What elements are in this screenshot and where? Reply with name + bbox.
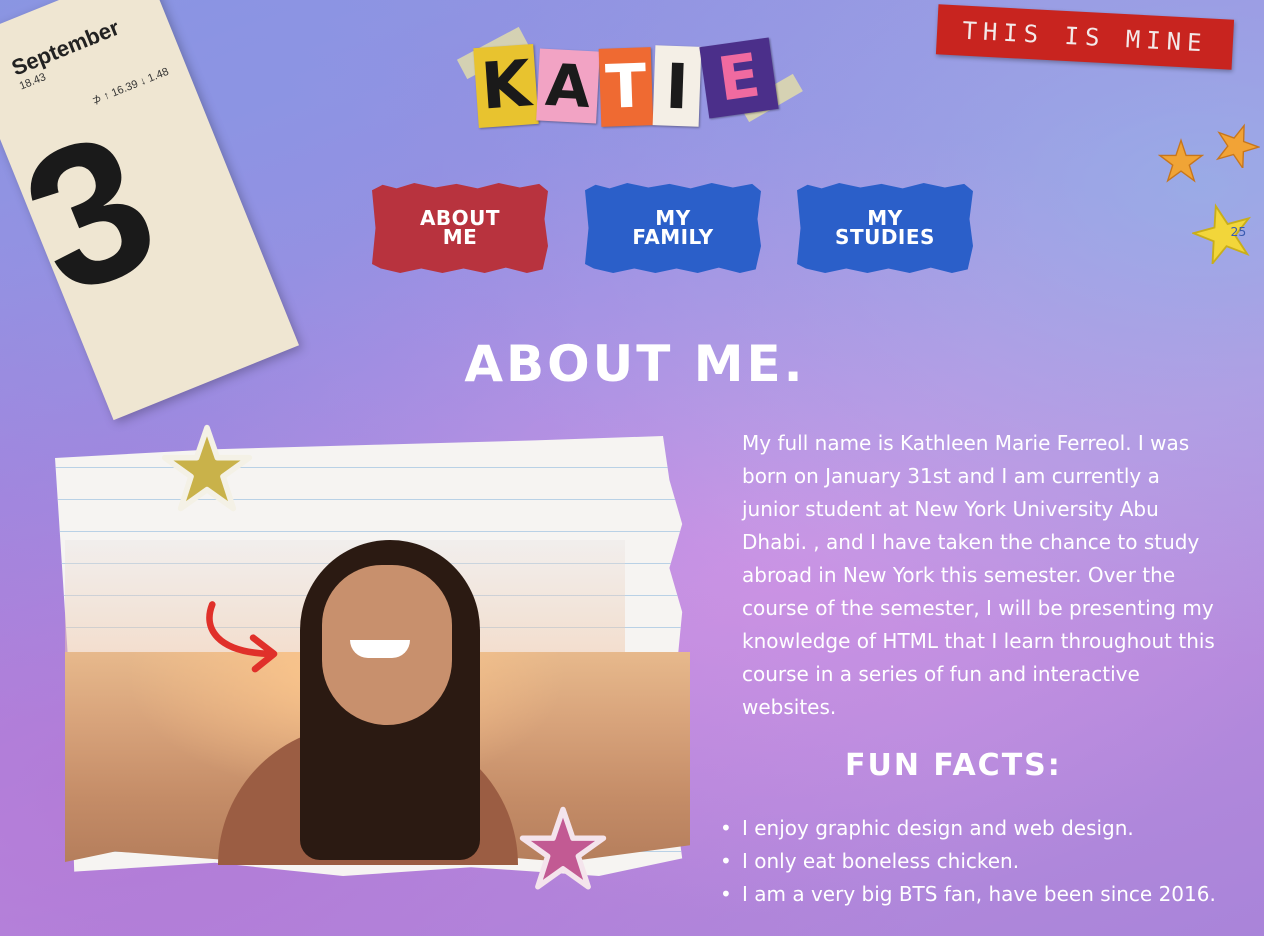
calendar-day-number: 3 — [0, 89, 184, 338]
glitter-star-sticker-gold — [161, 424, 253, 512]
person-smile — [350, 640, 410, 658]
orange-star-sticker-1 — [1158, 138, 1204, 183]
label-text: THIS IS MINE — [961, 16, 1209, 58]
glitter-star-sticker-pink — [519, 806, 607, 890]
fun-facts-title: FUN FACTS: — [845, 748, 1062, 783]
list-item: I only eat boneless chicken. — [720, 845, 1216, 878]
katie-logo[interactable]: K A T I E — [456, 26, 803, 134]
logo-letter-e: E — [699, 37, 779, 119]
orange-star-sticker-2 — [1215, 123, 1260, 168]
yellow-star-number: 25 — [1230, 224, 1246, 239]
calendar-month: September — [7, 14, 123, 81]
logo-letter-k: K — [473, 44, 539, 128]
page-title: ABOUT ME. — [464, 335, 806, 393]
logo-letter-i: I — [652, 45, 702, 127]
yellow-star-sticker: 25 — [1192, 203, 1252, 264]
calendar-page: September 18.43 ⊅ ↑ 16.39 ↓ 1.48 3 — [0, 0, 300, 421]
red-arrow-doodle — [206, 601, 278, 673]
bio-paragraph: My full name is Kathleen Marie Ferreol. … — [742, 431, 1215, 719]
nav-about-me-button[interactable]: ABOUT ME — [372, 183, 548, 273]
this-is-mine-label: THIS IS MINE — [935, 4, 1235, 70]
nav-about-line2: ME — [442, 225, 478, 249]
list-item: I enjoy graphic design and web design. — [720, 812, 1216, 845]
nav-my-studies-button[interactable]: MY STUDIES — [797, 183, 973, 273]
fun-facts-list: I enjoy graphic design and web design. I… — [720, 812, 1216, 911]
logo-letter-a: A — [536, 48, 600, 124]
logo-letter-t: T — [598, 47, 654, 127]
nav-studies-line2: STUDIES — [835, 225, 935, 249]
nav-family-line2: FAMILY — [632, 225, 714, 249]
nav-my-family-button[interactable]: MY FAMILY — [585, 183, 761, 273]
list-item: I am a very big BTS fan, have been since… — [720, 878, 1216, 911]
